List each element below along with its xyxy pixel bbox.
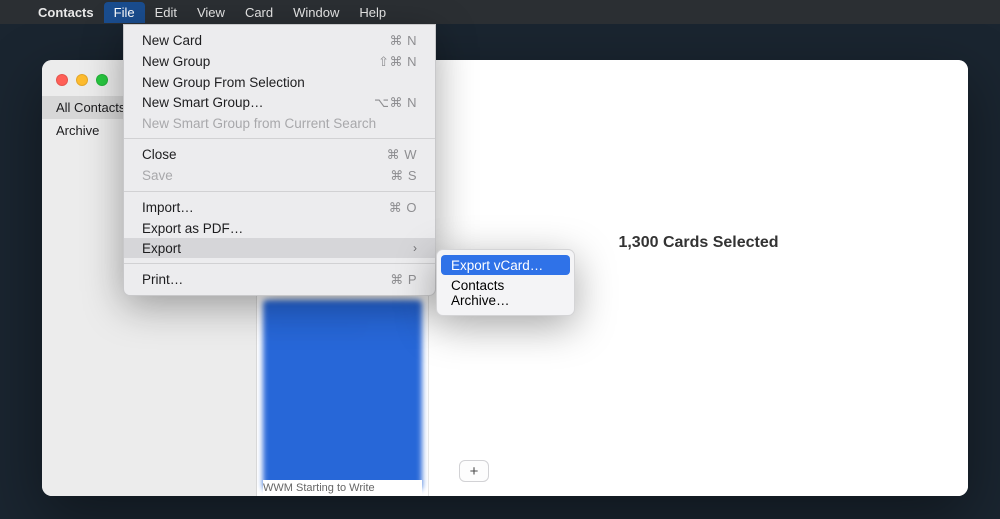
window-close-button[interactable] (56, 74, 68, 86)
menubar-edit[interactable]: Edit (145, 2, 187, 23)
shortcut-label: ⇧⌘ N (378, 54, 417, 70)
shortcut-label: ⌘ O (389, 200, 417, 216)
shortcut-label: ⌘ W (387, 147, 417, 163)
menubar-window[interactable]: Window (283, 2, 349, 23)
file-menu-dropdown: New Card ⌘ N New Group ⇧⌘ N New Group Fr… (123, 24, 436, 296)
plus-icon: + (470, 463, 479, 480)
menubar-card[interactable]: Card (235, 2, 283, 23)
shortcut-label: ⌘ S (390, 168, 417, 184)
menubar: Contacts File Edit View Card Window Help (0, 0, 1000, 24)
menubar-help[interactable]: Help (349, 2, 396, 23)
window-traffic-lights (56, 74, 108, 86)
menu-new-card[interactable]: New Card ⌘ N (124, 30, 435, 51)
menu-new-smart-group-from-search: New Smart Group from Current Search (124, 113, 435, 133)
submenu-contacts-archive[interactable]: Contacts Archive… (437, 275, 574, 310)
chevron-right-icon: › (413, 241, 417, 255)
menu-new-smart-group[interactable]: New Smart Group… ⌥⌘ N (124, 92, 435, 113)
contact-list-selection (263, 300, 422, 490)
menu-save: Save ⌘ S (124, 165, 435, 186)
selection-count-title: 1,300 Cards Selected (618, 234, 778, 252)
menu-export[interactable]: Export › (124, 238, 435, 258)
menu-import[interactable]: Import… ⌘ O (124, 197, 435, 218)
add-card-button[interactable]: + (459, 460, 489, 482)
menu-export-as-pdf[interactable]: Export as PDF… (124, 218, 435, 238)
menubar-view[interactable]: View (187, 2, 235, 23)
menu-new-group[interactable]: New Group ⇧⌘ N (124, 51, 435, 72)
window-minimize-button[interactable] (76, 74, 88, 86)
export-submenu: Export vCard… Contacts Archive… (436, 249, 575, 316)
menu-separator (124, 191, 435, 192)
shortcut-label: ⌥⌘ N (374, 95, 417, 111)
menu-print[interactable]: Print… ⌘ P (124, 269, 435, 290)
menu-close[interactable]: Close ⌘ W (124, 144, 435, 165)
menu-new-group-from-selection[interactable]: New Group From Selection (124, 72, 435, 92)
submenu-export-vcard[interactable]: Export vCard… (441, 255, 570, 275)
shortcut-label: ⌘ N (390, 33, 418, 49)
contact-list-peek: WWM Starting to Write (263, 480, 422, 496)
menu-separator (124, 138, 435, 139)
shortcut-label: ⌘ P (390, 272, 417, 288)
window-zoom-button[interactable] (96, 74, 108, 86)
menubar-file[interactable]: File (104, 2, 145, 23)
menubar-app[interactable]: Contacts (28, 2, 104, 23)
menu-separator (124, 263, 435, 264)
